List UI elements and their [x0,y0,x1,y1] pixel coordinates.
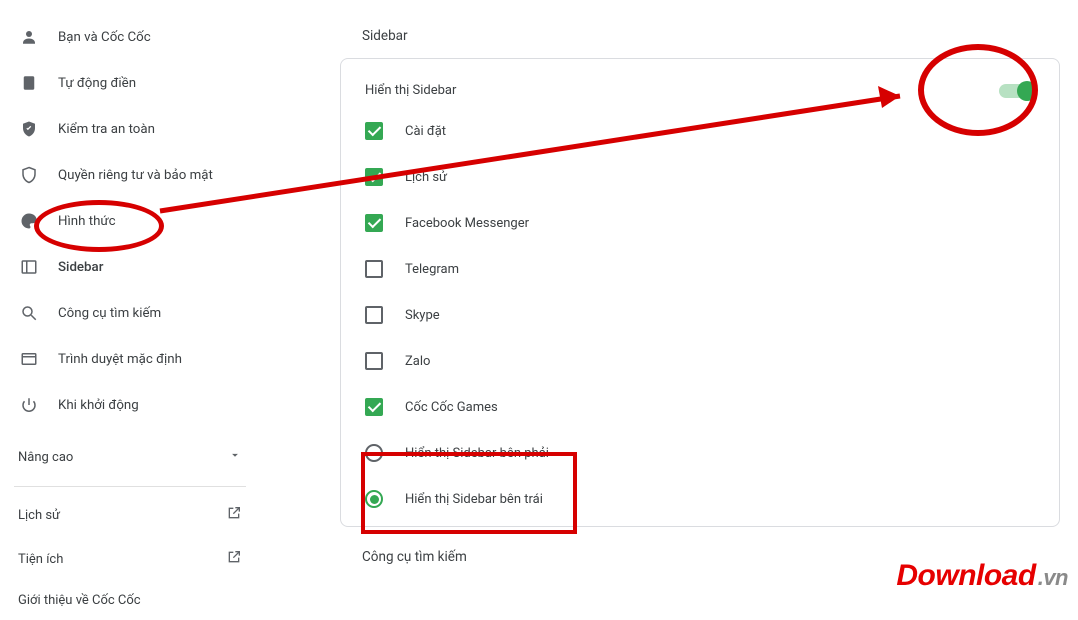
palette-icon [18,210,40,232]
sidebar-settings-panel: Hiển thị Sidebar Cài đặt Lịch sử Faceboo… [340,58,1060,527]
checkbox-icon [365,352,383,370]
checkbox-icon [365,214,383,232]
nav-label: Kiểm tra an toàn [58,122,155,137]
radio-sidebar-right[interactable]: Hiển thị Sidebar bên phải [341,430,1059,476]
option-label: Telegram [405,262,459,277]
divider [14,486,246,487]
nav-sidebar[interactable]: Sidebar [0,244,260,290]
option-history[interactable]: Lịch sử [341,154,1059,200]
settings-sidebar: Bạn và Cốc Cốc Tự động điền Kiểm tra an … [0,0,260,599]
show-sidebar-toggle[interactable] [999,84,1035,98]
power-icon [18,394,40,416]
nav-search-engine[interactable]: Công cụ tìm kiếm [0,290,260,336]
section-title: Sidebar [340,14,1060,58]
nav-appearance[interactable]: Hình thức [0,198,260,244]
checkbox-icon [365,306,383,324]
option-label: Facebook Messenger [405,216,529,231]
user-icon [18,26,40,48]
nav-autofill[interactable]: Tự động điền [0,60,260,106]
chevron-down-icon [228,448,242,466]
checkbox-icon [365,168,383,186]
option-label: Skype [405,308,440,323]
nav-label: Khi khởi động [58,398,139,413]
nav-label: Quyền riêng tư và bảo mật [58,168,213,183]
radio-label: Hiển thị Sidebar bên trái [405,492,543,507]
option-label: Cài đặt [405,124,446,139]
option-settings[interactable]: Cài đặt [341,108,1059,154]
nav-label: Sidebar [58,260,103,275]
option-skype[interactable]: Skype [341,292,1059,338]
radio-sidebar-left[interactable]: Hiển thị Sidebar bên trái [341,476,1059,522]
nav-default-browser[interactable]: Trình duyệt mặc định [0,336,260,382]
nav-link-extensions[interactable]: Tiện ích [0,537,260,581]
nav-label: Tiện ích [18,552,63,567]
open-external-icon [226,549,242,569]
option-label: Cốc Cốc Games [405,400,498,415]
nav-safety-check[interactable]: Kiểm tra an toàn [0,106,260,152]
nav-label: Lịch sử [18,508,60,523]
open-external-icon [226,505,242,525]
nav-label: Giới thiệu về Cốc Cốc [18,593,141,608]
sidebar-icon [18,256,40,278]
option-coccoc-games[interactable]: Cốc Cốc Games [341,384,1059,430]
option-telegram[interactable]: Telegram [341,246,1059,292]
nav-about[interactable]: Giới thiệu về Cốc Cốc [0,581,260,620]
search-icon [18,302,40,324]
nav-privacy[interactable]: Quyền riêng tư và bảo mật [0,152,260,198]
checkbox-icon [365,398,383,416]
watermark-brand: Download [896,559,1035,592]
option-zalo[interactable]: Zalo [341,338,1059,384]
nav-link-history[interactable]: Lịch sử [0,493,260,537]
nav-label: Công cụ tìm kiếm [58,306,161,321]
nav-on-startup[interactable]: Khi khởi động [0,382,260,428]
clipboard-icon [18,72,40,94]
panel-title: Hiển thị Sidebar [365,83,456,98]
watermark: Download.vn [896,559,1068,593]
nav-label: Bạn và Cốc Cốc [58,30,151,45]
radio-label: Hiển thị Sidebar bên phải [405,446,549,461]
main-content: Sidebar Hiển thị Sidebar Cài đặt Lịch sử… [260,0,1078,599]
nav-advanced[interactable]: Nâng cao [0,434,260,480]
nav-you-and-coccoc[interactable]: Bạn và Cốc Cốc [0,14,260,60]
radio-icon [365,444,383,462]
nav-label: Trình duyệt mặc định [58,352,182,367]
watermark-domain: .vn [1038,565,1068,590]
checkbox-icon [365,122,383,140]
nav-label: Hình thức [58,214,116,229]
nav-label: Tự động điền [58,76,136,91]
checkbox-icon [365,260,383,278]
shield-check-icon [18,118,40,140]
option-facebook-messenger[interactable]: Facebook Messenger [341,200,1059,246]
radio-icon [365,490,383,508]
shield-icon [18,164,40,186]
option-label: Lịch sử [405,170,447,185]
option-label: Zalo [405,354,430,369]
nav-advanced-label: Nâng cao [18,450,73,465]
browser-icon [18,348,40,370]
